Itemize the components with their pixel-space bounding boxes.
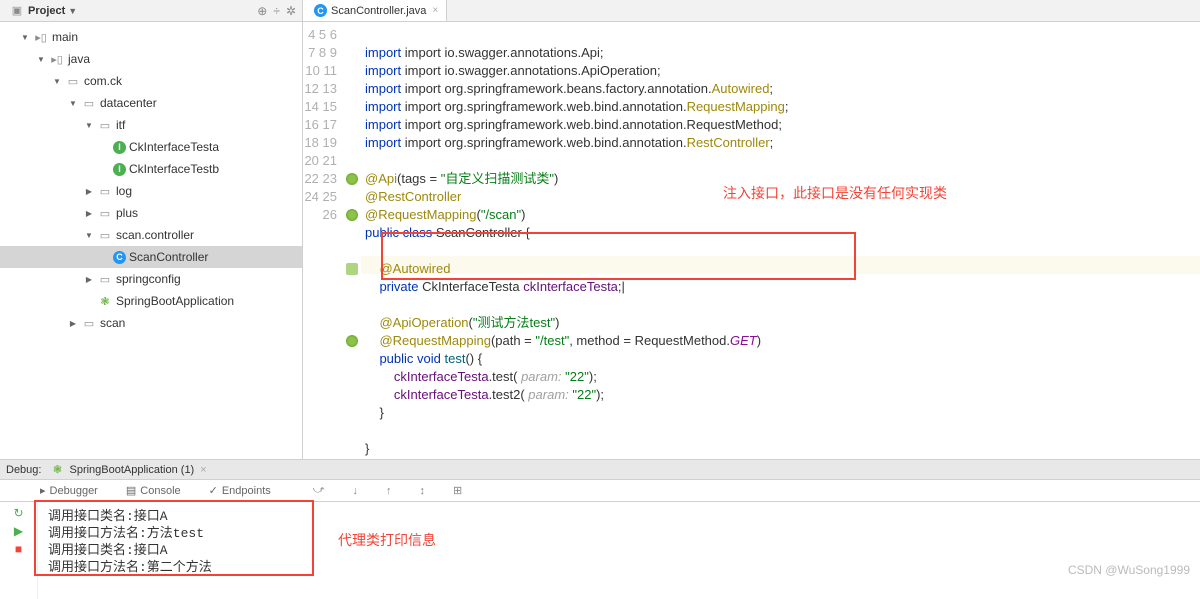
gutter-marks (343, 22, 361, 459)
package-icon: ▭ (97, 227, 113, 243)
watermark: CSDN @WuSong1999 (1068, 563, 1190, 577)
debug-panel: Debug: ❃ SpringBootApplication (1) × ▸De… (0, 460, 1200, 599)
tree-label: scan.controller (116, 228, 194, 242)
chevron-icon[interactable]: ▶ (84, 275, 94, 284)
tree-label: scan (100, 316, 125, 330)
tree-label: plus (116, 206, 138, 220)
chevron-icon[interactable]: ▼ (84, 121, 94, 130)
tab-debugger[interactable]: ▸Debugger (40, 484, 112, 497)
tab-scancontroller[interactable]: C ScanController.java × (303, 0, 447, 21)
chevron-down-icon[interactable]: ▼ (68, 6, 77, 16)
chevron-icon[interactable]: ▶ (68, 319, 78, 328)
target-icon[interactable]: ⊕ (257, 4, 267, 18)
tree-item[interactable]: ▶▭springconfig (0, 268, 302, 290)
tree-label: itf (116, 118, 125, 132)
close-icon[interactable]: × (200, 464, 206, 476)
run-mark-icon[interactable] (346, 173, 358, 185)
tree-label: CkInterfaceTesta (129, 140, 219, 154)
annotation-text-2: 代理类打印信息 (338, 532, 436, 549)
project-toolbar: ▣ Project ▼ ⊕ ÷ ✲ (0, 0, 302, 22)
package-icon: ▭ (97, 183, 113, 199)
tree-item[interactable]: ▼▭itf (0, 114, 302, 136)
run-mark-icon[interactable] (346, 209, 358, 221)
code-content[interactable]: import import io.swagger.annotations.Api… (361, 22, 1200, 459)
tree-item[interactable]: CScanController (0, 246, 302, 268)
debug-sub-tabs: ▸Debugger ▤Console ✓Endpoints ⤻ ↓ ↑ ↕ ⊞ (0, 480, 1200, 502)
tree-item[interactable]: ▶▭plus (0, 202, 302, 224)
tree-label: ScanController (129, 250, 208, 264)
tree-item[interactable]: ▼▭datacenter (0, 92, 302, 114)
spring-icon: ❃ (49, 462, 65, 478)
tab-console[interactable]: ▤Console (126, 484, 195, 497)
annotation-text-1: 注入接口，此接口是没有任何实现类 (723, 184, 947, 202)
package-icon: ▭ (65, 73, 81, 89)
class-icon: C (113, 251, 126, 264)
rerun-icon[interactable]: ↻ (13, 506, 23, 524)
tree-item[interactable]: ▼▸▯main (0, 26, 302, 48)
stop-icon[interactable]: ■ (15, 542, 22, 560)
run-to-cursor-icon[interactable]: ↕ (420, 485, 426, 497)
step-out-icon[interactable]: ↑ (386, 485, 392, 497)
step-into-icon[interactable]: ↓ (353, 485, 359, 497)
tree-item[interactable]: ❃SpringBootApplication (0, 290, 302, 312)
debug-toolbar: ↻ ▶ ■ (0, 502, 38, 599)
tree-item[interactable]: ▼▸▯java (0, 48, 302, 70)
code-editor[interactable]: 4 5 6 7 8 9 10 11 12 13 14 15 16 17 18 1… (303, 22, 1200, 459)
tree-label: SpringBootApplication (116, 294, 234, 308)
chevron-icon[interactable]: ▼ (52, 77, 62, 86)
run-mark-icon[interactable] (346, 335, 358, 347)
tab-endpoints[interactable]: ✓Endpoints (209, 484, 285, 497)
debug-title: Debug: (6, 464, 41, 476)
collapse-icon[interactable]: ÷ (273, 4, 280, 18)
tree-label: java (68, 52, 90, 66)
highlight-box-2 (34, 500, 314, 576)
tree-label: log (116, 184, 132, 198)
chevron-icon[interactable]: ▼ (84, 231, 94, 240)
chevron-icon[interactable]: ▼ (36, 55, 46, 64)
chevron-icon[interactable]: ▶ (84, 209, 94, 218)
tree-item[interactable]: ▶▭scan (0, 312, 302, 334)
package-icon: ▭ (97, 271, 113, 287)
folder-icon: ▸▯ (49, 51, 65, 67)
package-icon: ▭ (97, 205, 113, 221)
tree-item[interactable]: ▼▭scan.controller (0, 224, 302, 246)
tree-item[interactable]: ICkInterfaceTestb (0, 158, 302, 180)
step-over-icon[interactable]: ⤻ (313, 484, 325, 497)
tree-item[interactable]: ▼▭com.ck (0, 70, 302, 92)
project-title: Project (28, 5, 65, 17)
chevron-icon[interactable]: ▼ (20, 33, 30, 42)
close-icon[interactable]: × (432, 5, 438, 16)
class-icon: C (314, 4, 327, 17)
folder-icon: ▣ (9, 3, 25, 19)
chevron-icon[interactable]: ▶ (84, 187, 94, 196)
tree-label: datacenter (100, 96, 157, 110)
run-config-name: SpringBootApplication (1) (69, 464, 194, 476)
editor-area: C ScanController.java × 4 5 6 7 8 9 10 1… (303, 0, 1200, 459)
project-tree[interactable]: ▼▸▯main▼▸▯java▼▭com.ck▼▭datacenter▼▭itfI… (0, 22, 302, 459)
chevron-icon[interactable]: ▼ (68, 99, 78, 108)
package-icon: ▭ (81, 315, 97, 331)
tree-label: main (52, 30, 78, 44)
tree-label: springconfig (116, 272, 181, 286)
resume-icon[interactable]: ▶ (14, 524, 23, 542)
package-icon: ▭ (97, 117, 113, 133)
evaluate-icon[interactable]: ⊞ (453, 484, 462, 497)
line-gutter: 4 5 6 7 8 9 10 11 12 13 14 15 16 17 18 1… (303, 22, 343, 459)
tree-label: com.ck (84, 74, 122, 88)
console-output[interactable]: 调用接口类名:接口A 调用接口方法名:方法test 调用接口类名:接口A 调用接… (38, 502, 1200, 599)
package-icon: ▭ (81, 95, 97, 111)
spring-icon: ❃ (97, 293, 113, 309)
gear-icon[interactable]: ✲ (286, 4, 296, 18)
nav-mark-icon[interactable] (346, 263, 358, 275)
editor-tabs: C ScanController.java × (303, 0, 1200, 22)
tree-item[interactable]: ICkInterfaceTesta (0, 136, 302, 158)
tab-label: ScanController.java (331, 5, 426, 17)
folder-icon: ▸▯ (33, 29, 49, 45)
tree-label: CkInterfaceTestb (129, 162, 219, 176)
tree-item[interactable]: ▶▭log (0, 180, 302, 202)
interface-icon: I (113, 141, 126, 154)
project-panel: ▣ Project ▼ ⊕ ÷ ✲ ▼▸▯main▼▸▯java▼▭com.ck… (0, 0, 303, 459)
interface-icon: I (113, 163, 126, 176)
